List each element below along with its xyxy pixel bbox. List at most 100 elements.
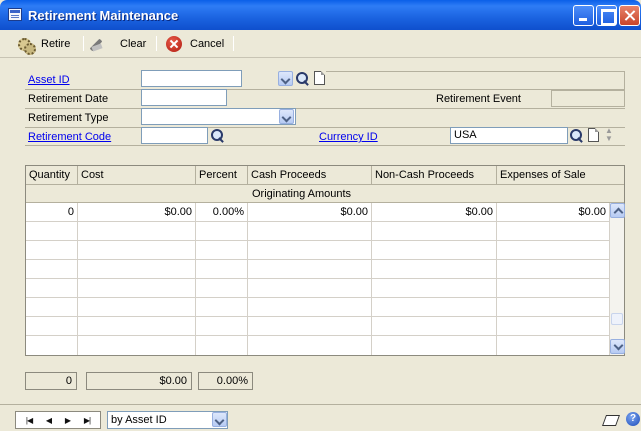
retirement-code-lookup-icon[interactable] bbox=[210, 128, 225, 143]
last-record-icon[interactable]: ▶| bbox=[84, 416, 91, 425]
empty-cell[interactable] bbox=[196, 279, 248, 298]
empty-cell[interactable] bbox=[78, 222, 196, 241]
empty-cell[interactable] bbox=[196, 298, 248, 317]
non-cash-proceeds-cell[interactable]: $0.00 bbox=[372, 203, 497, 222]
retirement-type-select[interactable] bbox=[141, 108, 296, 125]
previous-record-icon[interactable]: ◀ bbox=[46, 416, 52, 425]
empty-cell[interactable] bbox=[78, 336, 196, 355]
cost-cell[interactable]: $0.00 bbox=[78, 203, 196, 222]
table-row[interactable] bbox=[26, 298, 609, 317]
empty-cell[interactable] bbox=[196, 222, 248, 241]
help-icon[interactable]: ? bbox=[626, 412, 640, 426]
empty-cell[interactable] bbox=[196, 317, 248, 336]
column-header[interactable]: Cash Proceeds bbox=[248, 166, 372, 185]
empty-cell[interactable] bbox=[26, 298, 78, 317]
grid-subheader: Originating Amounts bbox=[26, 185, 624, 203]
empty-cell[interactable] bbox=[248, 260, 372, 279]
asset-id-dropdown-icon[interactable] bbox=[278, 71, 293, 86]
empty-cell[interactable] bbox=[372, 260, 497, 279]
table-row[interactable] bbox=[26, 336, 609, 355]
empty-cell[interactable] bbox=[78, 298, 196, 317]
divider bbox=[624, 71, 625, 89]
minimize-button[interactable] bbox=[573, 5, 594, 26]
retire-button[interactable]: Retire bbox=[17, 35, 71, 55]
clear-button[interactable]: Clear bbox=[92, 35, 146, 53]
empty-cell[interactable] bbox=[248, 298, 372, 317]
sort-order-value: by Asset ID bbox=[111, 414, 167, 426]
empty-cell[interactable] bbox=[78, 279, 196, 298]
sort-order-dropdown-icon[interactable] bbox=[212, 412, 227, 427]
empty-cell[interactable] bbox=[248, 336, 372, 355]
proceeds-grid: Quantity Cost Percent Cash Proceeds Non-… bbox=[25, 165, 625, 356]
currency-id-note-icon[interactable] bbox=[588, 128, 599, 142]
retirement-type-dropdown-icon[interactable] bbox=[279, 109, 294, 124]
currency-id-lookup-icon[interactable] bbox=[569, 128, 584, 143]
empty-cell[interactable] bbox=[196, 241, 248, 260]
first-record-icon[interactable]: |◀ bbox=[26, 416, 33, 425]
table-row[interactable] bbox=[26, 260, 609, 279]
empty-cell[interactable] bbox=[26, 279, 78, 298]
retirement-date-field[interactable] bbox=[141, 89, 227, 106]
empty-cell[interactable] bbox=[26, 336, 78, 355]
asset-id-field[interactable] bbox=[141, 70, 242, 87]
empty-cell[interactable] bbox=[248, 222, 372, 241]
empty-cell[interactable] bbox=[26, 260, 78, 279]
close-button[interactable] bbox=[619, 5, 640, 26]
empty-cell[interactable] bbox=[196, 336, 248, 355]
scroll-down-icon[interactable] bbox=[610, 339, 625, 354]
maximize-button[interactable] bbox=[596, 5, 617, 26]
currency-spinner-icon[interactable]: ▲ ▼ bbox=[604, 127, 614, 144]
table-row[interactable] bbox=[26, 222, 609, 241]
empty-cell[interactable] bbox=[26, 241, 78, 260]
window-icon bbox=[8, 8, 22, 21]
column-header[interactable]: Expenses of Sale bbox=[497, 166, 624, 185]
empty-cell[interactable] bbox=[26, 222, 78, 241]
currency-id-field[interactable]: USA bbox=[450, 127, 568, 144]
window-note-icon[interactable] bbox=[603, 412, 619, 426]
percent-cell[interactable]: 0.00% bbox=[196, 203, 248, 222]
next-record-icon[interactable]: ▶ bbox=[65, 416, 71, 425]
empty-cell[interactable] bbox=[78, 241, 196, 260]
empty-cell[interactable] bbox=[372, 222, 497, 241]
empty-cell[interactable] bbox=[78, 260, 196, 279]
empty-cell[interactable] bbox=[372, 241, 497, 260]
column-header[interactable]: Cost bbox=[78, 166, 196, 185]
asset-id-link[interactable]: Asset ID bbox=[25, 72, 70, 89]
empty-cell[interactable] bbox=[248, 279, 372, 298]
table-row[interactable] bbox=[26, 279, 609, 298]
empty-cell[interactable] bbox=[248, 241, 372, 260]
empty-cell[interactable] bbox=[372, 279, 497, 298]
column-header[interactable]: Percent bbox=[196, 166, 248, 185]
retirement-code-field[interactable] bbox=[141, 127, 208, 144]
retirement-code-link[interactable]: Retirement Code bbox=[25, 129, 111, 146]
empty-cell[interactable] bbox=[26, 317, 78, 336]
cancel-button[interactable]: Cancel bbox=[166, 35, 224, 53]
currency-id-link[interactable]: Currency ID bbox=[316, 129, 378, 146]
scroll-thumb[interactable] bbox=[611, 313, 623, 325]
originating-amounts-label: Originating Amounts bbox=[252, 188, 352, 200]
sort-order-select[interactable]: by Asset ID bbox=[107, 411, 228, 429]
quantity-cell[interactable]: 0 bbox=[26, 203, 78, 222]
toolbar-separator bbox=[233, 36, 234, 51]
grid-rows: 0 $0.00 0.00% $0.00 $0.00 $0.00 bbox=[26, 203, 609, 355]
asset-id-lookup-icon[interactable] bbox=[295, 71, 310, 86]
table-row[interactable] bbox=[26, 317, 609, 336]
empty-cell[interactable] bbox=[78, 317, 196, 336]
empty-cell[interactable] bbox=[196, 260, 248, 279]
expenses-of-sale-cell[interactable]: $0.00 bbox=[497, 203, 609, 222]
cash-proceeds-cell[interactable]: $0.00 bbox=[248, 203, 372, 222]
retire-label: Retire bbox=[41, 38, 71, 50]
empty-cell[interactable] bbox=[372, 317, 497, 336]
retirement-event-label: Retirement Event bbox=[436, 93, 521, 105]
column-header[interactable]: Non-Cash Proceeds bbox=[372, 166, 497, 185]
asset-id-note-icon[interactable] bbox=[314, 71, 325, 85]
empty-cell[interactable] bbox=[248, 317, 372, 336]
grid-scrollbar[interactable] bbox=[609, 203, 625, 355]
empty-cell[interactable] bbox=[372, 298, 497, 317]
scroll-up-icon[interactable] bbox=[610, 203, 625, 218]
table-row[interactable] bbox=[26, 241, 609, 260]
column-header[interactable]: Quantity bbox=[26, 166, 78, 185]
table-row[interactable]: 0 $0.00 0.00% $0.00 $0.00 $0.00 bbox=[26, 203, 609, 222]
retirement-maintenance-window: Retirement Maintenance Retire Clear Canc… bbox=[0, 0, 641, 431]
empty-cell[interactable] bbox=[372, 336, 497, 355]
